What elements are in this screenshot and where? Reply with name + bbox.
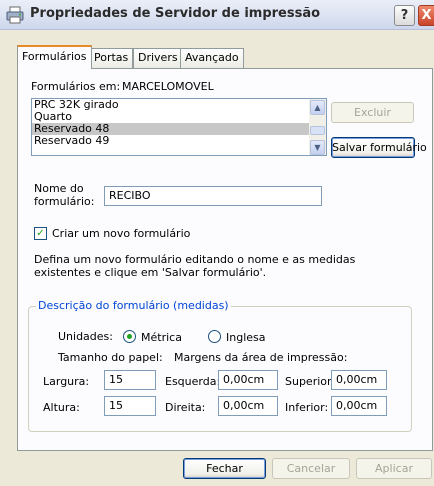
help-icon: ?	[400, 8, 409, 23]
scroll-up-icon[interactable]: ▲	[310, 100, 325, 115]
apply-button[interactable]: Aplicar	[356, 458, 432, 479]
right-margin-input[interactable]: 0,00cm	[218, 396, 278, 416]
right-margin-label: Direita:	[165, 401, 206, 414]
group-title: Descrição do formulário (medidas)	[36, 299, 231, 312]
width-label: Largura:	[43, 375, 90, 388]
top-margin-label: Superior:	[285, 375, 336, 388]
cancel-button[interactable]: Cancelar	[272, 458, 350, 479]
create-new-form-checkbox[interactable]: ✓	[34, 227, 47, 240]
create-new-form-label[interactable]: Criar um novo formulário	[52, 227, 190, 240]
form-name-label-line2: formulário:	[34, 195, 95, 208]
instructions-line2: existentes e clique em 'Salvar formulári…	[34, 266, 267, 279]
title-bar[interactable]: Propriedades de Servidor de impressão ? …	[0, 0, 434, 30]
list-item[interactable]: Reservado 49	[32, 135, 326, 147]
height-input[interactable]: 15	[104, 396, 156, 416]
left-margin-label: Esquerda:	[165, 375, 221, 388]
list-item[interactable]: PRC 32K girado	[32, 99, 326, 111]
tab-formularios[interactable]: Formulários	[17, 45, 92, 69]
left-margin-input[interactable]: 0,00cm	[218, 370, 278, 390]
form-name-input[interactable]: RECIBO	[104, 186, 322, 206]
tab-drivers[interactable]: Drivers	[133, 48, 183, 68]
metric-label[interactable]: Métrica	[141, 331, 182, 344]
margins-label: Margens da área de impressão:	[174, 351, 348, 364]
form-list[interactable]: PRC 32K girado Quarto Reservado 48 Reser…	[31, 98, 327, 156]
window-title: Propriedades de Servidor de impressão	[30, 6, 321, 21]
units-label: Unidades:	[58, 330, 113, 343]
instructions-line1: Defina um novo formulário editando o nom…	[34, 253, 356, 266]
radio-selected-dot	[127, 334, 132, 339]
close-button[interactable]: Fechar	[183, 458, 266, 479]
forms-on-label: Formulários em:	[31, 80, 121, 93]
close-window-button[interactable]: X	[418, 5, 434, 26]
english-label[interactable]: Inglesa	[226, 331, 266, 344]
height-label: Altura:	[43, 401, 80, 414]
scroll-down-icon[interactable]: ▼	[310, 140, 325, 155]
save-form-button[interactable]: Salvar formulário	[331, 137, 427, 158]
tab-avancado[interactable]: Avançado	[180, 48, 244, 68]
english-radio[interactable]	[208, 330, 221, 343]
form-name-label-line1: Nome do	[34, 182, 84, 195]
scroll-thumb[interactable]	[310, 126, 325, 135]
server-name: MARCELOMOVEL	[122, 80, 214, 93]
paper-size-label: Tamanho do papel:	[58, 351, 163, 364]
bottom-margin-input[interactable]: 0,00cm	[331, 396, 387, 416]
delete-button[interactable]: Excluir	[331, 102, 414, 123]
bottom-margin-label: Inferior:	[285, 401, 329, 414]
close-icon: X	[421, 8, 432, 23]
list-scrollbar[interactable]: ▲ ▼	[309, 99, 326, 155]
help-button[interactable]: ?	[394, 5, 415, 26]
tab-portas[interactable]: Portas	[89, 48, 134, 68]
top-margin-input[interactable]: 0,00cm	[331, 370, 387, 390]
printer-icon	[6, 6, 24, 24]
width-input[interactable]: 15	[104, 370, 156, 390]
metric-radio[interactable]	[123, 330, 136, 343]
